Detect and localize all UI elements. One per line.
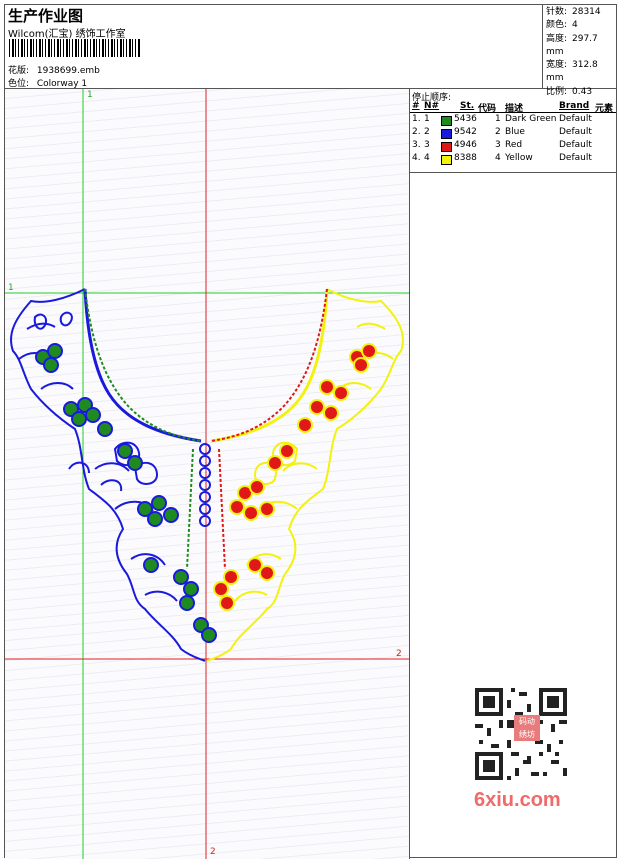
stop-sequence-header: # N# St. 代码 描述 Brand 元素 <box>410 101 616 114</box>
col-head-code: 代码 <box>478 104 497 114</box>
row-stitches: 5436 <box>454 114 477 124</box>
color-row-4: 4. 4 8388 4 Yellow Default <box>410 153 616 166</box>
row-desc: Dark Green <box>505 114 557 124</box>
row-stitches: 9542 <box>454 127 477 137</box>
guide-label-h2: 2 <box>396 649 402 659</box>
row-brand: Default <box>559 127 592 137</box>
left-flower-clusters <box>35 343 217 643</box>
row-num: 2. <box>412 127 421 137</box>
row-code: 2 <box>495 127 501 137</box>
color-row-2: 2. 2 9542 2 Blue Default <box>410 127 616 140</box>
col-head-hash: # <box>412 101 420 111</box>
row-brand: Default <box>559 153 592 163</box>
barcode <box>9 39 141 57</box>
center-chain <box>199 443 211 527</box>
row-brand: Default <box>559 114 592 124</box>
stat-value: 28314 <box>572 7 601 17</box>
row-num: 1. <box>412 114 421 124</box>
col-head-brand: Brand <box>559 101 590 111</box>
row-brand: Default <box>559 140 592 150</box>
stop-sequence-panel: 停止顺序: # N# St. 代码 描述 Brand 元素 1. 1 5436 … <box>410 89 616 173</box>
left-lace-blue <box>10 288 206 662</box>
row-desc: Yellow <box>505 153 533 163</box>
studio-name: Wilcom(汇宝) 绣饰工作室 <box>8 29 126 40</box>
page-title: 生产作业图 <box>8 7 84 25</box>
embroidery-design-area: 1 1 2 2 <box>5 89 410 859</box>
colorway-line: 色位: Colorway 1 <box>8 76 87 89</box>
worksheet-header: 生产作业图 Wilcom(汇宝) 绣饰工作室 花版: 1938699.emb 色… <box>5 5 616 97</box>
col-head-n: N# <box>424 101 440 111</box>
swatch-red <box>441 142 452 152</box>
design-file-label: 花版: <box>8 66 30 76</box>
row-stitches: 8388 <box>454 153 477 163</box>
row-code: 4 <box>495 153 501 163</box>
colorway-value: Colorway 1 <box>36 79 88 89</box>
stat-stitches: 针数: 28314 <box>546 6 613 19</box>
guide-label-v2: 2 <box>210 847 216 857</box>
row-n: 4 <box>424 153 430 163</box>
design-stats: 针数: 28314 颜色: 4 高度: 297.7 mm 宽度: 312.8 mm 比例… <box>542 5 616 97</box>
row-stitches: 4946 <box>454 140 477 150</box>
design-file-line: 花版: 1938699.emb <box>8 63 100 76</box>
stat-value: 4 <box>572 20 578 31</box>
embroidery-design <box>5 89 409 859</box>
stat-height: 高度: 297.7 mm <box>546 33 613 60</box>
row-code: 3 <box>495 140 501 150</box>
col-head-stitches: St. <box>460 101 475 111</box>
guide-label-v1: 1 <box>87 90 93 100</box>
col-head-desc: 描述 <box>505 104 524 114</box>
swatch-blue <box>441 129 452 139</box>
site-watermark: 6xiu.com <box>474 789 561 811</box>
row-code: 1 <box>495 114 501 124</box>
row-num: 4. <box>412 153 421 163</box>
row-desc: Red <box>505 140 523 150</box>
row-n: 2 <box>424 127 430 137</box>
seal-stamp: 码动 绣坊 <box>514 715 540 741</box>
color-row-3: 3. 3 4946 3 Red Default <box>410 140 616 153</box>
stat-label: 针数: <box>546 7 568 17</box>
row-num: 3. <box>412 140 421 150</box>
colorway-label: 色位: <box>8 79 30 89</box>
design-file-value: 1938699.emb <box>36 66 100 76</box>
swatch-yellow <box>441 155 452 165</box>
stat-colors: 颜色: 4 <box>546 19 613 32</box>
guide-label-h1: 1 <box>8 283 14 293</box>
color-row-1: 1. 1 5436 1 Dark Green Default <box>410 114 616 127</box>
stat-label: 颜色: <box>546 20 568 31</box>
row-desc: Blue <box>505 127 525 137</box>
stat-width: 宽度: 312.8 mm <box>546 59 613 86</box>
stat-label: 宽度: <box>546 60 568 71</box>
swatch-dark-green <box>441 116 452 126</box>
row-n: 3 <box>424 140 430 150</box>
col-head-element: 元素 <box>595 104 614 114</box>
stat-label: 高度: <box>546 33 568 44</box>
row-n: 1 <box>424 114 430 124</box>
